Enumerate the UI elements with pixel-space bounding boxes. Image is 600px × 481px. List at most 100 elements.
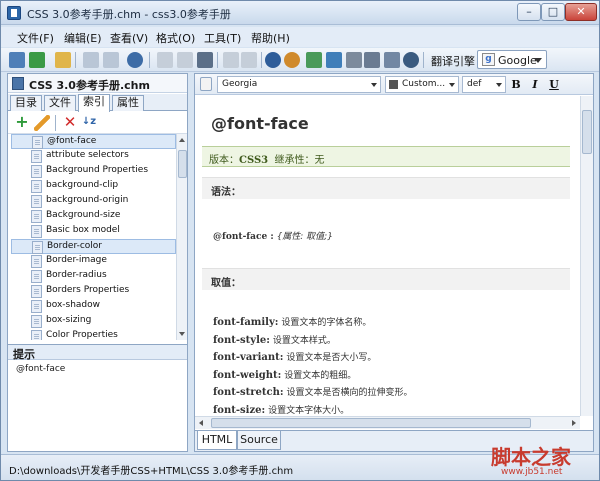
toolbar-separator — [423, 52, 424, 68]
book-icon[interactable] — [9, 52, 25, 68]
link-icon[interactable] — [346, 52, 362, 68]
scroll-thumb[interactable] — [582, 110, 592, 154]
property-description: 设置文本的字体名称。 — [281, 318, 372, 328]
content-pane: Georgia Custom... def B I U @font-face 版… — [194, 73, 594, 452]
index-item-label: Borders Properties — [46, 285, 130, 295]
version-label: 版本： — [209, 155, 239, 166]
picture-icon[interactable] — [326, 52, 342, 68]
toolbar-separator — [217, 52, 218, 68]
index-list-item[interactable]: background-origin — [11, 194, 176, 209]
font-color-value: Custom... — [402, 79, 446, 89]
menu-file[interactable]: 文件(F) — [17, 30, 54, 46]
tab-source[interactable]: Source — [237, 431, 281, 450]
index-list-item[interactable]: @font-face — [11, 134, 176, 149]
scroll-up-icon[interactable] — [179, 138, 185, 142]
undo-icon[interactable] — [223, 52, 239, 68]
save-icon[interactable] — [29, 52, 45, 68]
index-list-item[interactable]: box-sizing — [11, 314, 176, 329]
maximize-button[interactable]: □ — [541, 3, 565, 21]
paste-icon[interactable] — [197, 52, 213, 68]
hint-header: 提示 — [8, 344, 187, 361]
sort-icon[interactable]: ↓z — [81, 115, 97, 131]
underline-button[interactable]: U — [547, 77, 561, 92]
add-icon[interactable]: + — [14, 114, 30, 131]
page-icon — [31, 225, 42, 238]
property-name: font-style: — [213, 334, 270, 346]
list-icon[interactable] — [364, 52, 380, 68]
settings-icon[interactable] — [403, 52, 419, 68]
index-list-item[interactable]: Background-size — [11, 209, 176, 224]
menu-format[interactable]: 格式(O) — [156, 30, 195, 46]
title-bar: CSS 3.0参考手册.chm - css3.0参考手册 – □ ✕ — [1, 1, 599, 25]
back-icon[interactable] — [83, 52, 99, 68]
hint-title: 提示 — [13, 348, 35, 361]
menu-tools[interactable]: 工具(T) — [204, 30, 241, 46]
index-list-item[interactable]: Borders Properties — [11, 284, 176, 299]
property-line: font-stretch: 设置文本是否横向的拉伸变形。 — [213, 385, 412, 398]
page-title: @font-face — [211, 114, 309, 133]
index-list-item[interactable]: Border-radius — [11, 269, 176, 284]
index-list-item[interactable]: Border-color — [11, 239, 176, 254]
tab-html[interactable]: HTML — [197, 431, 237, 450]
menu-bar: 文件(F) 编辑(E) 查看(V) 格式(O) 工具(T) 帮助(H) — [1, 27, 599, 47]
redo-icon[interactable] — [241, 52, 257, 68]
page-icon — [31, 285, 42, 298]
table-icon[interactable] — [384, 52, 400, 68]
page-icon — [32, 136, 43, 149]
edit-icon[interactable] — [34, 115, 50, 131]
close-button[interactable]: ✕ — [565, 3, 597, 21]
scroll-right-icon[interactable] — [572, 420, 576, 426]
refresh-icon[interactable] — [127, 52, 143, 68]
document-content: @font-face 版本：CSS3 继承性：无 语法： @font-face … — [195, 96, 580, 416]
scroll-thumb[interactable] — [178, 150, 187, 178]
scroll-left-icon[interactable] — [199, 420, 203, 426]
tab-files[interactable]: 文件 — [44, 95, 76, 111]
index-list-item[interactable]: Basic box model — [11, 224, 176, 239]
font-color-select[interactable]: Custom... — [385, 76, 459, 93]
property-description: 设置文本的粗细。 — [284, 370, 357, 381]
tab-properties[interactable]: 属性 — [112, 95, 144, 111]
bold-button[interactable]: B — [509, 77, 523, 92]
find-icon[interactable] — [265, 52, 281, 68]
menu-view[interactable]: 查看(V) — [110, 30, 148, 46]
index-list-item[interactable]: attribute selectors — [11, 149, 176, 164]
font-icon — [200, 77, 212, 91]
property-name: font-family: — [213, 317, 279, 328]
index-list-item[interactable]: Border-image — [11, 254, 176, 269]
index-list-item[interactable]: background-clip — [11, 179, 176, 194]
property-name: font-variant: — [213, 352, 284, 363]
font-size-select[interactable]: def — [462, 76, 506, 93]
index-list-item[interactable]: Background Properties — [11, 164, 176, 179]
delete-icon[interactable]: ✕ — [62, 115, 78, 131]
menu-help[interactable]: 帮助(H) — [251, 30, 290, 46]
copy-icon[interactable] — [177, 52, 193, 68]
scroll-down-icon[interactable] — [179, 332, 185, 336]
page-icon — [31, 330, 42, 340]
font-family-select[interactable]: Georgia — [217, 76, 381, 93]
find-replace-icon[interactable] — [284, 52, 300, 68]
forward-icon[interactable] — [103, 52, 119, 68]
italic-button[interactable]: I — [528, 77, 542, 92]
menu-edit[interactable]: 编辑(E) — [64, 30, 102, 46]
scroll-thumb[interactable] — [211, 418, 531, 428]
content-horizontal-scrollbar[interactable] — [195, 416, 580, 429]
image-icon[interactable] — [306, 52, 322, 68]
folder-icon[interactable] — [55, 52, 71, 68]
cut-icon[interactable] — [157, 52, 173, 68]
translate-engine-select[interactable]: g Google — [477, 50, 547, 69]
document-header: CSS 3.0参考手册.chm — [8, 74, 187, 93]
translate-engine-label: 翻译引擎 — [431, 55, 475, 68]
index-list-item[interactable]: Color Properties — [11, 329, 176, 340]
tab-contents[interactable]: 目录 — [10, 95, 42, 111]
toolbar-separator — [75, 52, 76, 68]
tab-index[interactable]: 索引 — [78, 94, 110, 112]
values-heading: 取值： — [211, 278, 241, 289]
minimize-button[interactable]: – — [517, 3, 541, 21]
property-description: 设置文本字体大小。 — [268, 405, 350, 416]
chm-file-icon — [12, 77, 24, 90]
index-item-label: background-clip — [46, 180, 119, 190]
index-toolbar: + ✕ ↓z — [8, 112, 187, 134]
index-scrollbar[interactable] — [176, 134, 187, 340]
index-list-item[interactable]: box-shadow — [11, 299, 176, 314]
content-vertical-scrollbar[interactable] — [580, 96, 593, 416]
